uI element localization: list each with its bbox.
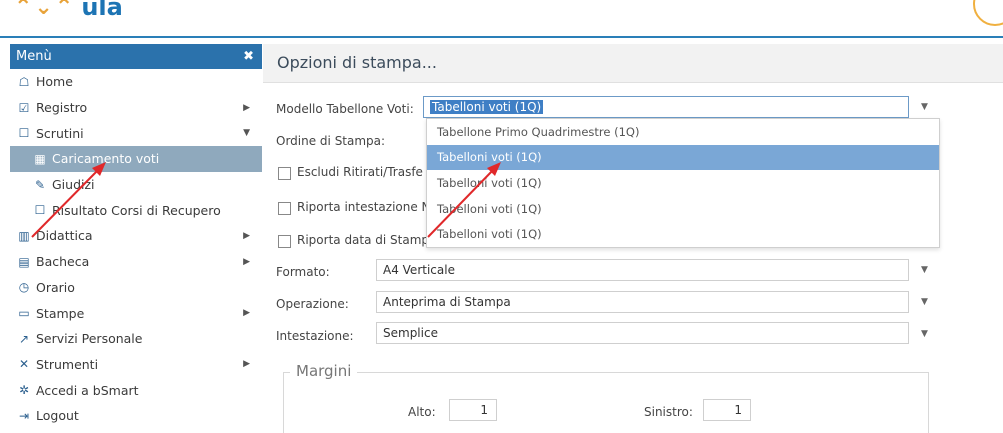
intestazione-label: Intestazione:: [276, 329, 354, 343]
sidebar-item-didattica[interactable]: ▥ Didattica ▶: [10, 223, 262, 249]
riporta-intestazione-checkbox[interactable]: [278, 202, 291, 215]
page-title-bar: Opzioni di stampa...: [263, 44, 1003, 83]
sinistro-input[interactable]: 1: [703, 399, 751, 421]
grid-icon: ▦: [34, 151, 46, 166]
alto-input[interactable]: 1: [449, 399, 497, 421]
sidebar-item-risultato-corsi[interactable]: ☐ Risultato Corsi di Recupero: [10, 197, 262, 223]
board-icon: ▤: [18, 254, 30, 269]
sidebar-item-label: Strumenti: [36, 356, 99, 372]
document-icon: ☐: [34, 203, 46, 218]
top-header: ⌃⌄⌃ ula: [0, 0, 1003, 36]
formato-value: A4 Verticale: [383, 263, 455, 277]
sidebar-item-giudizi[interactable]: ✎ Giudizi: [10, 172, 262, 198]
menu-header: Menù ✖: [10, 44, 262, 69]
sidebar-item-label: Logout: [36, 408, 79, 424]
ordine-label: Ordine di Stampa:: [276, 134, 386, 148]
sidebar-item-bsmart[interactable]: ✲ Accedi a bSmart: [10, 377, 262, 403]
riporta-intestazione-label: Riporta intestazione N: [297, 200, 431, 214]
dropdown-option[interactable]: Tabelloni voti (1Q): [427, 221, 939, 247]
document-icon: ☐: [18, 126, 30, 141]
sidebar-item-registro[interactable]: ☑ Registro ▶: [10, 95, 262, 121]
sidebar-item-label: Servizi Personale: [36, 331, 143, 347]
formato-label: Formato:: [276, 265, 330, 279]
app-logo: ⌃⌄⌃ ula: [14, 0, 123, 21]
riporta-data-label: Riporta data di Stamp: [297, 233, 430, 247]
operazione-select[interactable]: Anteprima di Stampa: [376, 291, 909, 313]
alto-label: Alto:: [408, 405, 436, 419]
page-title: Opzioni di stampa...: [277, 53, 437, 72]
sidebar-item-home[interactable]: ☖ Home: [10, 69, 262, 95]
sinistro-label: Sinistro:: [644, 405, 693, 419]
sidebar-item-stampe[interactable]: ▭ Stampe ▶: [10, 300, 262, 326]
star-icon: ✲: [18, 383, 30, 398]
sidebar-item-scrutini[interactable]: ☐ Scrutini ▼: [10, 120, 262, 146]
escludi-checkbox[interactable]: [278, 167, 291, 180]
sidebar-item-caricamento-voti[interactable]: ▦ Caricamento voti: [10, 146, 262, 172]
chevron-right-icon: ▶: [243, 308, 250, 319]
close-menu-icon[interactable]: ✖: [243, 49, 254, 64]
riporta-data-checkbox[interactable]: [278, 235, 291, 248]
dropdown-option[interactable]: Tabelloni voti (1Q): [427, 170, 939, 196]
margini-legend: Margini: [290, 362, 358, 380]
sidebar-item-label: Bacheca: [36, 254, 90, 270]
formato-caret-icon[interactable]: ▼: [921, 265, 928, 275]
logo-mark-icon: ⌃⌄⌃: [14, 0, 76, 20]
dropdown-option[interactable]: Tabellone Primo Quadrimestre (1Q): [427, 119, 939, 145]
operazione-value: Anteprima di Stampa: [383, 295, 511, 309]
sidebar-item-label: Registro: [36, 100, 88, 116]
intestazione-value: Semplice: [383, 326, 438, 340]
tools-icon: ✕: [18, 357, 30, 372]
sidebar-item-label: Caricamento voti: [52, 151, 160, 167]
menu-title: Menù: [16, 49, 52, 64]
sidebar-item-label: Scrutini: [36, 125, 84, 141]
sidebar-item-bacheca[interactable]: ▤ Bacheca ▶: [10, 249, 262, 275]
clock-icon: ◷: [18, 280, 30, 295]
home-icon: ☖: [18, 74, 30, 89]
user-avatar-icon[interactable]: [973, 0, 1003, 26]
modello-select[interactable]: Tabelloni voti (1Q): [423, 96, 909, 118]
sidebar-menu: Menù ✖ ☖ Home ☑ Registro ▶ ☐ Scrutini ▼ ▦ Cari…: [10, 44, 262, 425]
edit-icon: ✎: [34, 177, 46, 192]
operazione-caret-icon[interactable]: ▼: [921, 297, 928, 307]
sidebar-item-orario[interactable]: ◷ Orario: [10, 275, 262, 301]
dropdown-option-selected[interactable]: Tabelloni voti (1Q): [427, 144, 939, 171]
modello-dropdown-list: Tabellone Primo Quadrimestre (1Q) Tabell…: [426, 118, 940, 248]
share-icon: ↗: [18, 331, 30, 346]
sidebar-item-label: Didattica: [36, 228, 93, 244]
chevron-right-icon: ▶: [243, 359, 250, 370]
modello-value: Tabelloni voti (1Q): [430, 100, 544, 114]
dropdown-option[interactable]: Tabelloni voti (1Q): [427, 196, 939, 222]
modello-caret-icon[interactable]: ▼: [921, 102, 928, 112]
calendar-check-icon: ☑: [18, 100, 30, 115]
modello-label: Modello Tabellone Voti:: [276, 102, 414, 116]
chevron-right-icon: ▶: [243, 230, 250, 241]
chevron-down-icon: ▼: [243, 128, 250, 139]
margini-fieldset: [283, 372, 929, 433]
intestazione-caret-icon[interactable]: ▼: [921, 329, 928, 339]
sidebar-item-servizi-personale[interactable]: ↗ Servizi Personale: [10, 326, 262, 352]
book-icon: ▥: [18, 228, 30, 243]
logo-wordmark-icon: ula: [81, 0, 123, 21]
chevron-right-icon: ▶: [243, 102, 250, 113]
sidebar-item-label: Stampe: [36, 305, 85, 321]
formato-select[interactable]: A4 Verticale: [376, 259, 909, 281]
sidebar-item-label: Home: [36, 74, 73, 90]
intestazione-select[interactable]: Semplice: [376, 322, 909, 344]
sidebar-item-strumenti[interactable]: ✕ Strumenti ▶: [10, 352, 262, 378]
sidebar-item-label: Risultato Corsi di Recupero: [52, 202, 221, 218]
logout-icon: ⇥: [18, 408, 30, 423]
sidebar-item-label: Accedi a bSmart: [36, 382, 139, 398]
sidebar-item-label: Giudizi: [52, 177, 95, 193]
escludi-label: Escludi Ritirati/Trasfe: [297, 165, 423, 179]
chevron-right-icon: ▶: [243, 256, 250, 267]
header-divider: [0, 36, 1003, 38]
operazione-label: Operazione:: [276, 297, 349, 311]
printer-icon: ▭: [18, 306, 30, 321]
sidebar-item-label: Orario: [36, 279, 75, 295]
